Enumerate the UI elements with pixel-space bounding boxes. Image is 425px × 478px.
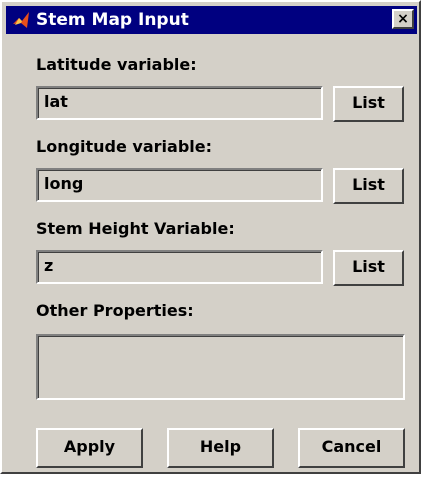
longitude-input[interactable]: long bbox=[36, 168, 323, 202]
longitude-list-button[interactable]: List bbox=[333, 168, 404, 204]
title-bar[interactable]: Stem Map Input × bbox=[6, 6, 417, 34]
matlab-logo-icon bbox=[11, 10, 31, 30]
apply-button[interactable]: Apply bbox=[36, 428, 143, 468]
help-button[interactable]: Help bbox=[167, 428, 274, 468]
latitude-label: Latitude variable: bbox=[36, 55, 197, 74]
cancel-button[interactable]: Cancel bbox=[298, 428, 405, 468]
close-button[interactable]: × bbox=[392, 9, 414, 29]
latitude-input[interactable]: lat bbox=[36, 86, 323, 120]
longitude-label: Longitude variable: bbox=[36, 137, 213, 156]
stem-height-label: Stem Height Variable: bbox=[36, 219, 235, 238]
stem-height-input[interactable]: z bbox=[36, 250, 323, 284]
stem-height-list-button[interactable]: List bbox=[333, 250, 404, 286]
other-properties-input[interactable] bbox=[36, 334, 405, 400]
other-properties-label: Other Properties: bbox=[36, 301, 194, 320]
latitude-list-button[interactable]: List bbox=[333, 86, 404, 122]
dialog-window: Stem Map Input × Latitude variable: lat … bbox=[0, 0, 421, 474]
window-title: Stem Map Input bbox=[36, 10, 189, 30]
